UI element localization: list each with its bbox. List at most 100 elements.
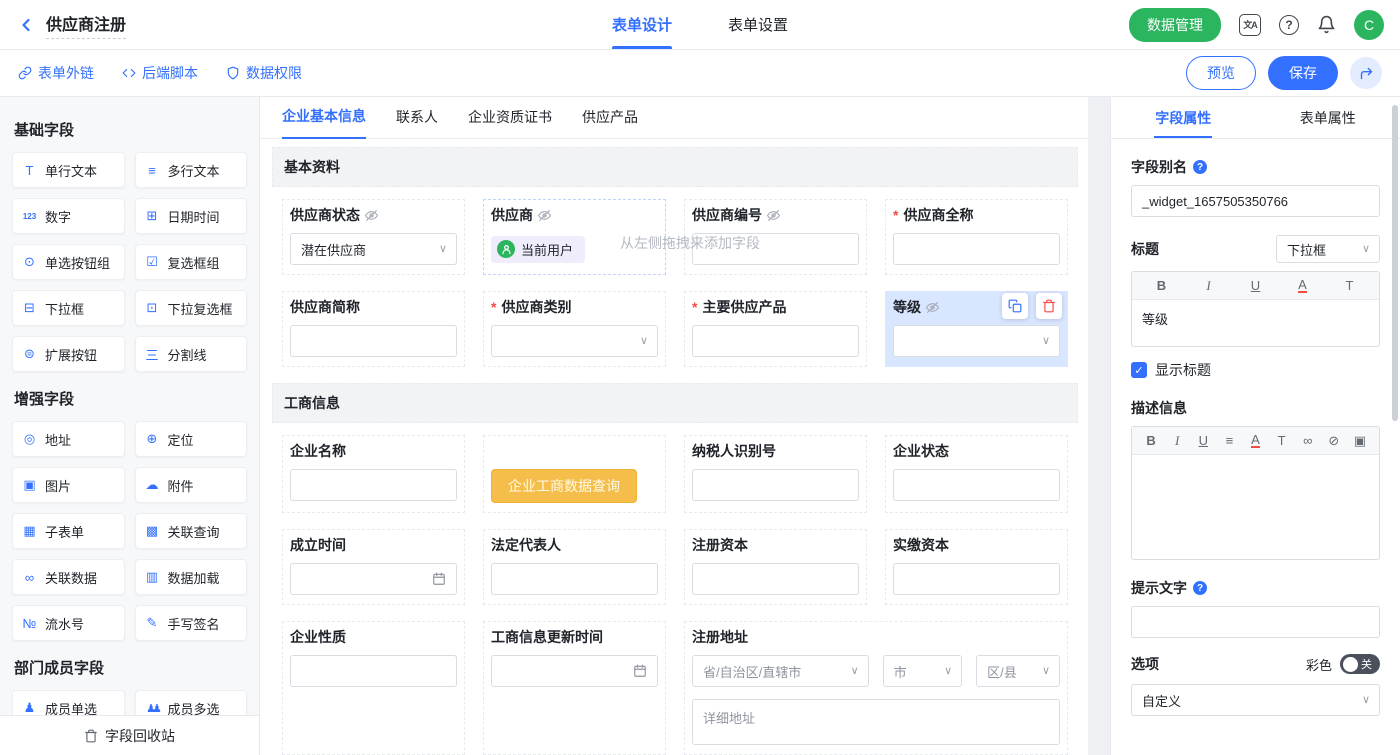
field-gs-query[interactable]: 企业工商数据查询 xyxy=(483,435,666,513)
current-user-tag[interactable]: 当前用户 xyxy=(491,236,585,263)
sidebar-item-single-line-text[interactable]: T单行文本 xyxy=(12,152,125,188)
underline-icon[interactable]: U xyxy=(1190,434,1216,447)
tab-form-properties[interactable]: 表单属性 xyxy=(1256,97,1400,138)
legal-person-input[interactable] xyxy=(491,563,658,595)
field-gs-update-time[interactable]: 工商信息更新时间 xyxy=(483,621,666,755)
placeholder-input[interactable] xyxy=(1131,606,1380,638)
supplier-code-input[interactable] xyxy=(692,233,859,265)
bold-icon[interactable]: B xyxy=(1138,434,1164,447)
field-grade-selected[interactable]: 等级 xyxy=(885,291,1068,367)
help-icon[interactable]: ? xyxy=(1279,15,1299,35)
tab-contacts[interactable]: 联系人 xyxy=(396,107,438,138)
sidebar-item-number[interactable]: 123数字 xyxy=(12,198,125,234)
tab-supply-products[interactable]: 供应产品 xyxy=(582,107,638,138)
sidebar-item-subform[interactable]: ▦子表单 xyxy=(12,513,125,549)
font-size-icon[interactable]: T xyxy=(1326,279,1373,292)
reg-capital-input[interactable] xyxy=(692,563,859,595)
font-color-icon[interactable]: A xyxy=(1251,433,1260,448)
sidebar-item-divider[interactable]: 三分割线 xyxy=(135,336,248,372)
field-supplier-full-name[interactable]: *供应商全称 xyxy=(885,199,1068,275)
italic-icon[interactable]: I xyxy=(1164,434,1190,447)
field-supplier[interactable]: 供应商 当前用户 xyxy=(483,199,666,275)
sidebar-item-signature[interactable]: ✎手写签名 xyxy=(135,605,248,641)
field-main-product[interactable]: *主要供应产品 xyxy=(684,291,867,367)
sidebar-item-linked-data[interactable]: ∞关联数据 xyxy=(12,559,125,595)
tab-company-basic-info[interactable]: 企业基本信息 xyxy=(282,106,366,139)
sidebar-item-address[interactable]: ◎地址 xyxy=(12,421,125,457)
field-supplier-short-name[interactable]: 供应商简称 xyxy=(282,291,465,367)
align-icon[interactable]: ≡ xyxy=(1216,434,1242,447)
supplier-full-name-input[interactable] xyxy=(893,233,1060,265)
save-button[interactable]: 保存 xyxy=(1268,56,1338,90)
supplier-short-name-input[interactable] xyxy=(290,325,457,357)
inspector-scrollbar[interactable] xyxy=(1392,105,1398,421)
supplier-status-select[interactable]: 潜在供应商 xyxy=(290,233,457,265)
field-paid-capital[interactable]: 实缴资本 xyxy=(885,529,1068,605)
city-select[interactable]: 市 xyxy=(883,655,963,687)
sidebar-item-location[interactable]: ⊕定位 xyxy=(135,421,248,457)
sidebar-item-dropdown[interactable]: ⊟下拉框 xyxy=(12,290,125,326)
field-supplier-status[interactable]: 供应商状态 潜在供应商 xyxy=(282,199,465,275)
gs-update-time-input[interactable] xyxy=(491,655,658,687)
back-button[interactable] xyxy=(16,15,36,35)
grade-select[interactable] xyxy=(893,325,1060,357)
sidebar-item-dropdown-multi[interactable]: ⊡下拉复选框 xyxy=(135,290,248,326)
form-title[interactable]: 供应商注册 xyxy=(46,11,126,39)
translate-icon[interactable]: 文A xyxy=(1239,14,1261,36)
data-permission-button[interactable]: 数据权限 xyxy=(226,63,302,83)
company-status-input[interactable] xyxy=(893,469,1060,501)
field-supplier-category[interactable]: *供应商类别 xyxy=(483,291,666,367)
underline-icon[interactable]: U xyxy=(1232,279,1279,292)
field-company-name[interactable]: 企业名称 xyxy=(282,435,465,513)
title-editor-body[interactable]: 等级 xyxy=(1132,300,1379,346)
gs-query-button[interactable]: 企业工商数据查询 xyxy=(491,469,637,503)
field-supplier-code[interactable]: 供应商编号 xyxy=(684,199,867,275)
tab-qualification-certs[interactable]: 企业资质证书 xyxy=(468,107,552,138)
show-title-checkbox[interactable] xyxy=(1131,362,1147,378)
sidebar-item-radio-group[interactable]: ⊙单选按钮组 xyxy=(12,244,125,280)
preview-button[interactable]: 预览 xyxy=(1186,56,1256,90)
field-reg-address[interactable]: 注册地址 省/自治区/直辖市 市 区/县 详细地址 xyxy=(684,621,1068,755)
paid-capital-input[interactable] xyxy=(893,563,1060,595)
italic-icon[interactable]: I xyxy=(1185,279,1232,292)
delete-field-button[interactable] xyxy=(1036,293,1062,319)
tab-form-design[interactable]: 表单设计 xyxy=(612,0,672,49)
field-recycle-bin[interactable]: 字段回收站 xyxy=(0,715,259,755)
font-size-icon[interactable]: T xyxy=(1269,434,1295,447)
image-icon[interactable]: ▣ xyxy=(1347,434,1373,447)
sidebar-item-image[interactable]: ▣图片 xyxy=(12,467,125,503)
district-select[interactable]: 区/县 xyxy=(976,655,1060,687)
sidebar-item-linked-query[interactable]: ▩关联查询 xyxy=(135,513,248,549)
province-select[interactable]: 省/自治区/直辖市 xyxy=(692,655,869,687)
description-editor-body[interactable] xyxy=(1132,455,1379,559)
field-tax-no[interactable]: 纳税人识别号 xyxy=(684,435,867,513)
link-icon[interactable]: ∞ xyxy=(1295,434,1321,447)
field-company-status[interactable]: 企业状态 xyxy=(885,435,1068,513)
sidebar-item-attachment[interactable]: ☁附件 xyxy=(135,467,248,503)
data-manage-button[interactable]: 数据管理 xyxy=(1129,8,1221,42)
alias-input[interactable]: _widget_1657505350766 xyxy=(1131,185,1380,217)
help-circle-icon[interactable] xyxy=(1193,160,1207,174)
share-button[interactable] xyxy=(1350,57,1382,89)
sidebar-item-multi-line-text[interactable]: ≡多行文本 xyxy=(135,152,248,188)
sidebar-item-data-load[interactable]: ▥数据加载 xyxy=(135,559,248,595)
company-nature-input[interactable] xyxy=(290,655,457,687)
company-name-input[interactable] xyxy=(290,469,457,501)
establish-date-input[interactable] xyxy=(290,563,457,595)
tax-no-input[interactable] xyxy=(692,469,859,501)
widget-type-select[interactable]: 下拉框 xyxy=(1276,235,1380,263)
user-avatar[interactable]: C xyxy=(1354,10,1384,40)
notification-bell-icon[interactable] xyxy=(1317,15,1336,34)
field-establish-date[interactable]: 成立时间 xyxy=(282,529,465,605)
sidebar-item-checkbox-group[interactable]: ☑复选框组 xyxy=(135,244,248,280)
field-legal-person[interactable]: 法定代表人 xyxy=(483,529,666,605)
options-mode-select[interactable]: 自定义 xyxy=(1131,684,1380,716)
unlink-icon[interactable]: ⊘ xyxy=(1321,434,1347,447)
sidebar-item-datetime[interactable]: ⊞日期时间 xyxy=(135,198,248,234)
font-color-icon[interactable]: A xyxy=(1298,278,1307,293)
tab-field-properties[interactable]: 字段属性 xyxy=(1111,97,1256,138)
field-company-nature[interactable]: 企业性质 xyxy=(282,621,465,755)
copy-field-button[interactable] xyxy=(1002,293,1028,319)
help-circle-icon[interactable] xyxy=(1193,581,1207,595)
external-link-button[interactable]: 表单外链 xyxy=(18,63,94,83)
